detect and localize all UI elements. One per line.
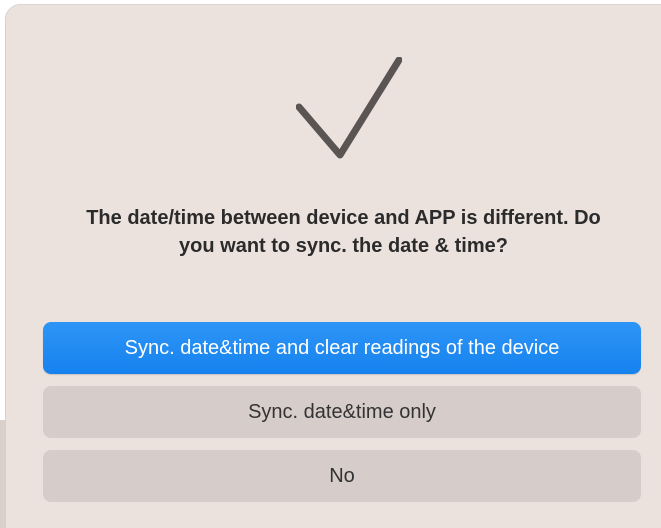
checkmark-icon <box>296 57 402 159</box>
sync-and-clear-button[interactable]: Sync. date&time and clear readings of th… <box>43 322 641 374</box>
no-button[interactable]: No <box>43 450 641 502</box>
sync-datetime-dialog: The date/time between device and APP is … <box>6 5 661 528</box>
dialog-message: The date/time between device and APP is … <box>86 207 601 257</box>
sync-only-button[interactable]: Sync. date&time only <box>43 386 641 438</box>
